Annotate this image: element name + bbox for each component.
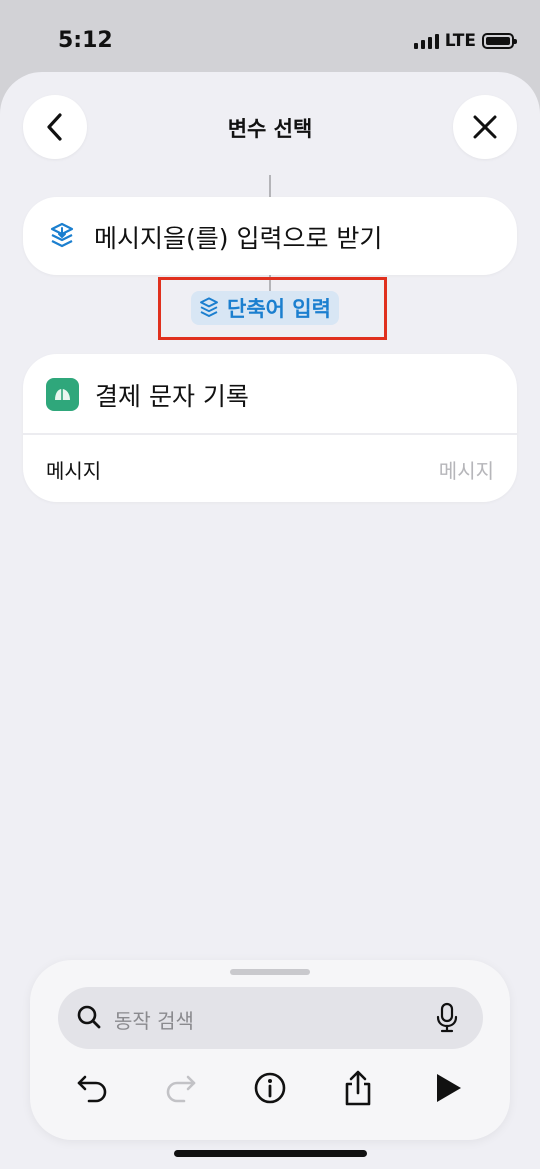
redo-button[interactable] [161,1068,201,1108]
share-icon [345,1070,371,1106]
status-time: 5:12 [58,28,113,53]
microphone-icon[interactable] [435,1002,459,1034]
close-button[interactable] [453,95,517,159]
run-button[interactable] [428,1068,468,1108]
search-icon [77,1005,101,1029]
share-button[interactable] [338,1068,378,1108]
parameter-value-field[interactable]: 메시지 [439,455,494,484]
info-icon [254,1072,286,1104]
action-search-panel: 동작 검색 [30,960,510,1140]
shortcut-input-card[interactable]: 메시지을(를) 입력으로 받기 [23,197,517,275]
app-icon [46,378,79,411]
variable-label: 단축어 입력 [227,297,331,321]
flow-connector [269,175,271,197]
shortcut-input-label: 메시지을(를) 입력으로 받기 [94,224,383,253]
battery-icon [482,33,517,49]
home-indicator [174,1150,367,1157]
undo-icon [77,1075,107,1103]
shortcut-input-variable[interactable]: 단축어 입력 [191,291,339,325]
info-button[interactable] [250,1068,290,1108]
parameter-label: 메시지 [46,459,102,483]
action-title: 결제 문자 기록 [95,382,249,411]
sheet-grabber[interactable] [230,969,310,975]
search-input[interactable]: 동작 검색 [58,987,483,1049]
status-bar: 5:12 LTE [0,0,540,72]
redo-icon [166,1075,196,1103]
divider [23,433,517,435]
network-type: LTE [444,31,476,51]
action-card: 결제 문자 기록 메시지 메시지 [23,354,517,502]
status-indicators: LTE [413,31,517,51]
signal-icon [413,33,439,49]
search-placeholder: 동작 검색 [114,1009,194,1033]
shortcut-input-icon [50,222,74,248]
variable-highlight-box: 단축어 입력 [158,277,387,340]
shortcut-input-icon [200,297,218,317]
close-icon [473,115,497,139]
play-icon [437,1074,461,1102]
undo-button[interactable] [72,1068,112,1108]
